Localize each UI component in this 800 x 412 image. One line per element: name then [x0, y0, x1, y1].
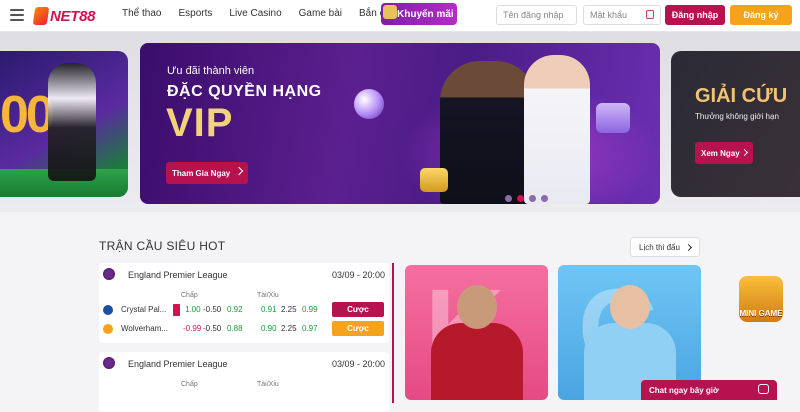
view-now-label: Xem Ngay [701, 148, 740, 158]
nav-item-card-games[interactable]: Game bài [299, 8, 342, 19]
schedule-label: Lịch thi đấu [639, 242, 680, 252]
mini-game-button[interactable]: MINI GAME [739, 276, 783, 322]
team-name: Wolverham... [121, 324, 168, 333]
bet-label: Cược [347, 305, 369, 314]
banner-title-line1: ĐẶC QUYỀN HẠNG [167, 83, 322, 100]
logo-text: NET88 [50, 7, 96, 25]
over-under-odd[interactable]: 0.97 [302, 324, 318, 333]
chevron-right-icon [684, 243, 693, 252]
next-slide-subtitle: Thưởng không giới hạn [695, 112, 779, 121]
league-name: England Premier League [128, 359, 228, 369]
over-under-header: Tài/Xỉu [257, 292, 279, 299]
crown-graphic [596, 103, 630, 133]
view-now-button[interactable]: Xem Ngay [695, 142, 753, 164]
chat-label: Chat ngay bây giờ [649, 385, 719, 395]
join-now-label: Tham Gia Ngay [172, 168, 231, 178]
handicap-odd[interactable]: 0.88 [227, 324, 243, 333]
match-card[interactable]: England Premier League 03/09 - 20:00 Chấ… [99, 352, 389, 412]
over-under-odd[interactable]: 0.91 [261, 305, 277, 314]
over-under-line: 2.25 [281, 305, 297, 314]
handicap-line: -0.50 [203, 305, 222, 314]
over-under-line: 2.25 [281, 324, 297, 333]
match-card[interactable]: England Premier League 03/09 - 20:00 Chấ… [99, 263, 389, 343]
ambassador-woman-image [524, 55, 590, 204]
chat-now-button[interactable]: Chat ngay bây giờ [641, 380, 777, 400]
gift-icon [383, 5, 397, 19]
promotions-label: Khuyến mãi [397, 8, 454, 20]
carousel-dot[interactable] [529, 195, 536, 202]
player-kit-image [431, 323, 523, 400]
ambassador-man-image [440, 61, 536, 204]
league-icon [103, 357, 115, 369]
handicap-odd[interactable]: 0.92 [227, 305, 243, 314]
logo-mark [32, 7, 50, 25]
register-button[interactable]: Đăng ký [730, 5, 792, 25]
schedule-button[interactable]: Lịch thi đấu [630, 237, 700, 257]
username-input[interactable]: Tên đăng nhập [496, 5, 577, 25]
chat-bubble-icon [758, 384, 769, 394]
over-under-header: Tài/Xỉu [257, 381, 279, 388]
top-header: NET88 Thể thao Esports Live Casino Game … [0, 0, 800, 32]
bet-button[interactable]: Cược [332, 321, 384, 336]
team-crest-icon [103, 305, 113, 315]
carousel-dot[interactable] [505, 195, 512, 202]
password-placeholder: Mật khẩu [590, 10, 628, 20]
nav-item-esports[interactable]: Esports [178, 8, 212, 19]
team-name: Crystal Pal... [121, 305, 167, 314]
team-row-home: Crystal Pal... 1.00 -0.50 0.92 0.91 2.25… [99, 302, 389, 317]
banner-kicker: Ưu đãi thành viên [167, 65, 255, 77]
player-photo [457, 285, 497, 329]
password-input[interactable]: Mật khẩu [583, 5, 661, 25]
match-time: 03/09 - 20:00 [331, 270, 385, 280]
login-button[interactable]: Đăng nhập [665, 5, 725, 25]
carousel-dot-active[interactable] [517, 195, 524, 202]
nav-item-sports[interactable]: Thể thao [122, 8, 161, 19]
banner-carousel: 00 Ưu đãi thành viên ĐẶC QUYỀN HẠNG VIP … [0, 32, 800, 212]
odds-flag-icon [173, 304, 180, 316]
hot-matches-title: TRẬN CẦU SIÊU HOT [99, 239, 226, 253]
nav-item-live-casino[interactable]: Live Casino [229, 8, 281, 19]
banner-slide-next[interactable]: GIẢI CỨU Thưởng không giới hạn Xem Ngay [671, 51, 800, 197]
chevron-right-icon [740, 148, 749, 157]
footballer-image [48, 63, 96, 181]
match-time: 03/09 - 20:00 [331, 359, 385, 369]
mini-game-label: MINI GAME [739, 309, 783, 318]
handicap-header: Chấp [181, 292, 198, 299]
league-name: England Premier League [128, 270, 228, 280]
next-slide-title: GIẢI CỨU [695, 85, 788, 107]
handicap-odd[interactable]: 1.00 [185, 305, 201, 314]
main-nav: Thể thao Esports Live Casino Game bài Bắ… [122, 8, 407, 19]
over-under-odd[interactable]: 0.90 [261, 324, 277, 333]
carousel-dots [505, 195, 548, 202]
handicap-odd[interactable]: -0.99 [183, 324, 201, 333]
bet-button[interactable]: Cược [332, 302, 384, 317]
banner-title-line2: VIP [166, 101, 234, 145]
handicap-line: -0.50 [203, 324, 222, 333]
lock-icon [646, 10, 654, 19]
player-promo-card[interactable]: K [405, 265, 548, 400]
promotions-button[interactable]: Khuyến mãi [381, 3, 457, 25]
handicap-header: Chấp [181, 381, 198, 388]
team-crest-icon [103, 324, 113, 334]
banner-slide-vip[interactable]: Ưu đãi thành viên ĐẶC QUYỀN HẠNG VIP Tha… [140, 43, 660, 204]
gold-crown-graphic [420, 168, 448, 192]
site-logo[interactable]: NET88 [32, 6, 96, 26]
join-now-button[interactable]: Tham Gia Ngay [166, 162, 248, 184]
player-photo [610, 285, 650, 329]
slide-number-graphic: 00 [0, 86, 55, 144]
carousel-dot[interactable] [541, 195, 548, 202]
league-icon [103, 268, 115, 280]
banner-slide-previous[interactable]: 00 [0, 51, 128, 197]
team-row-away: Wolverham... -0.99 -0.50 0.88 0.90 2.25 … [99, 321, 389, 336]
match-list-scrollbar[interactable] [392, 263, 394, 403]
chevron-right-icon [234, 166, 244, 176]
orb-graphic [354, 89, 384, 119]
bet-label: Cược [347, 324, 369, 333]
menu-icon[interactable] [10, 9, 24, 21]
over-under-odd[interactable]: 0.99 [302, 305, 318, 314]
